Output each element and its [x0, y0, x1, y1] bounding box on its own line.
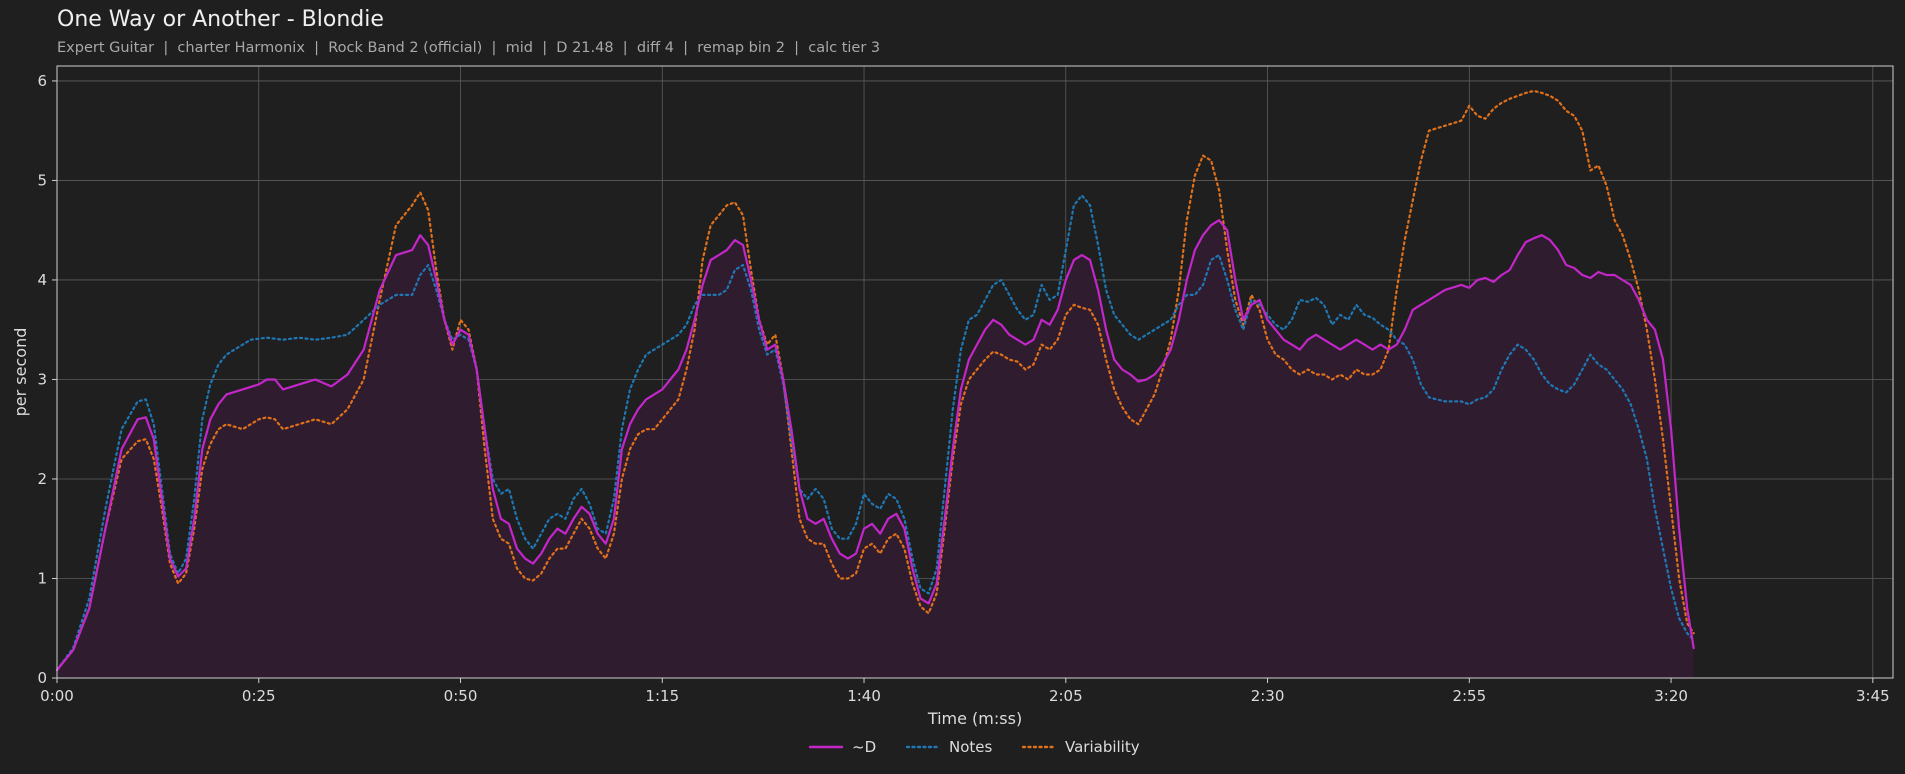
y-tick-label: 6 [37, 72, 47, 90]
line-chart: 0:00 0:25 0:50 1:15 1:40 2:05 2:30 2:55 3:20 3:45… [11, 65, 1894, 756]
y-tick-label: 2 [37, 470, 47, 488]
y-tick-label: 0 [37, 669, 47, 687]
x-tick-label: 0:50 [444, 687, 478, 705]
series-layer [55, 89, 1695, 678]
x-tick-label: 3:20 [1654, 687, 1688, 705]
y-tick-label: 5 [37, 171, 47, 189]
y-tick-label: 3 [37, 370, 47, 388]
y-axis-label: per second [11, 328, 30, 417]
x-axis-label: Time (m:ss) [927, 709, 1022, 728]
y-tick-label: 4 [37, 271, 47, 289]
legend-label: Notes [949, 738, 993, 756]
legend-label: Variability [1065, 738, 1140, 756]
x-tick-label: 0:00 [40, 687, 74, 705]
y-tick-label: 1 [37, 569, 47, 587]
x-tick-label: 3:45 [1856, 687, 1890, 705]
x-tick-label: 2:30 [1251, 687, 1285, 705]
x-tick-label: 2:05 [1049, 687, 1083, 705]
x-tick-label: 2:55 [1452, 687, 1486, 705]
legend-label: ~D [852, 738, 876, 756]
legend: ~D Notes Variability [808, 738, 1140, 756]
x-tick-label: 0:25 [242, 687, 276, 705]
x-tick-label: 1:15 [645, 687, 679, 705]
x-tick-label: 1:40 [847, 687, 881, 705]
